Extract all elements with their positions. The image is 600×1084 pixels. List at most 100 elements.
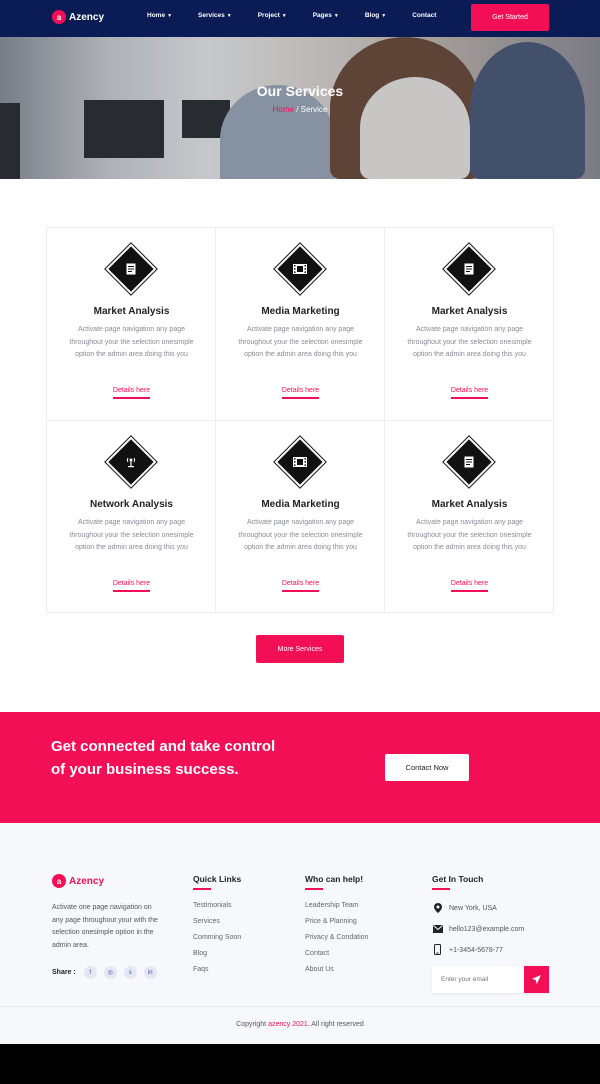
- service-description: Activate page navigation any page throug…: [238, 326, 363, 358]
- cta-heading: Get connected and take control of your b…: [51, 738, 276, 778]
- details-link[interactable]: Details here: [216, 580, 385, 592]
- linkedin-icon[interactable]: in: [143, 966, 157, 979]
- contact-now-button[interactable]: Contact Now: [385, 754, 469, 781]
- newsletter-form: [432, 966, 549, 993]
- logo-text: Azency: [69, 11, 105, 23]
- footer-link-contact[interactable]: Contact: [305, 950, 368, 966]
- heading-underline: [432, 888, 450, 890]
- details-link[interactable]: Details here: [385, 387, 554, 399]
- footer-link-pricing[interactable]: Price & Planning: [305, 918, 368, 934]
- service-icon-badge: [273, 242, 327, 296]
- service-icon-badge: [273, 435, 327, 489]
- mail-icon: [432, 924, 443, 935]
- phone-text: +1-3454-5678-77: [449, 947, 503, 954]
- nav-label: Pages: [312, 12, 332, 19]
- service-description: Activate page navigation any page throug…: [238, 519, 363, 551]
- page: a Azency Home ▼ Services ▼ Project ▼ Pages ▼…: [0, 0, 600, 1044]
- footer-link-comming-soon[interactable]: Comming Soon: [193, 934, 241, 950]
- nav-label: Blog: [364, 12, 380, 19]
- breadcrumb-home[interactable]: Home: [273, 105, 294, 114]
- share-row: Share : f ◎ s in: [52, 966, 164, 979]
- film-icon: [275, 437, 325, 487]
- footer-link-testimonials[interactable]: Testimonials: [193, 902, 241, 918]
- logo[interactable]: a Azency: [52, 10, 104, 24]
- page-title: Our Services: [256, 83, 344, 99]
- footer-link-privacy[interactable]: Privacy & Condation: [305, 934, 368, 950]
- nav-item-services[interactable]: Services ▼: [198, 12, 232, 19]
- details-link-label: Details here: [112, 387, 151, 399]
- nav-item-contact[interactable]: Contact: [412, 12, 436, 19]
- more-services-button[interactable]: More Services: [256, 635, 344, 663]
- footer-link-about[interactable]: About Us: [305, 966, 368, 982]
- details-link[interactable]: Details here: [385, 580, 554, 592]
- film-icon: [275, 244, 325, 294]
- chevron-down-icon: ▼: [281, 12, 287, 19]
- footer-divider: [0, 1006, 600, 1007]
- nav-item-home[interactable]: Home ▼: [147, 12, 172, 19]
- service-description: Activate page navigation any page throug…: [69, 519, 194, 551]
- details-link[interactable]: Details here: [216, 387, 385, 399]
- details-link-label: Details here: [450, 580, 489, 592]
- pinterest-icon[interactable]: ◎: [103, 966, 117, 979]
- services-grid: Market Analysis Activate page navigation…: [46, 227, 554, 614]
- main-menu: Home ▼ Services ▼ Project ▼ Pages ▼ Blog ▼ Co…: [147, 12, 462, 19]
- copyright: Copyright azency 2021. All right reserve…: [0, 1021, 600, 1028]
- service-card: Media Marketing Activate page navigation…: [216, 228, 385, 421]
- copyright-brand[interactable]: azency 2021.: [268, 1021, 310, 1028]
- document-icon: [444, 244, 494, 294]
- nav-item-project[interactable]: Project ▼: [258, 12, 287, 19]
- address-text: New York, USA: [449, 905, 497, 912]
- breadcrumb-separator: /: [296, 105, 299, 114]
- get-in-touch-title: Get In Touch: [432, 874, 484, 884]
- nav-label: Project: [257, 12, 280, 19]
- chevron-down-icon: ▼: [333, 12, 339, 19]
- email-text[interactable]: hello123@example.com: [449, 926, 524, 933]
- details-link-label: Details here: [112, 580, 151, 592]
- document-icon: [444, 437, 494, 487]
- details-link-label: Details here: [450, 387, 489, 399]
- heading-underline: [305, 888, 323, 890]
- send-icon[interactable]: [524, 966, 549, 993]
- service-title: Media Marketing: [261, 499, 340, 510]
- footer-link-leadership[interactable]: Leadership Team: [305, 902, 368, 918]
- service-description: Activate page navigation any page throug…: [69, 326, 194, 358]
- footer-link-services[interactable]: Services: [193, 918, 241, 934]
- service-card: Market Analysis Activate page navigation…: [47, 228, 216, 421]
- service-description: Activate page navigation any page throug…: [407, 326, 532, 358]
- footer-link-faqs[interactable]: Faqs: [193, 966, 241, 982]
- footer-about: Activate one page navigation on any page…: [52, 904, 158, 949]
- logo-mark: a: [52, 10, 66, 24]
- service-icon-badge: [104, 435, 158, 489]
- footer-link-blog[interactable]: Blog: [193, 950, 241, 966]
- chevron-down-icon: ▼: [381, 12, 387, 19]
- quick-links-title: Quick Links: [193, 874, 242, 884]
- service-card: Market Analysis Activate page navigation…: [385, 228, 554, 421]
- logo-text: Azency: [69, 875, 105, 887]
- nav-item-blog[interactable]: Blog ▼: [365, 12, 386, 19]
- service-title: Market Analysis: [431, 306, 508, 317]
- nav-label: Contact: [412, 12, 437, 19]
- skype-icon[interactable]: s: [123, 966, 137, 979]
- phone-icon: [432, 944, 443, 957]
- email-input[interactable]: [432, 966, 524, 993]
- service-icon-badge: [442, 435, 496, 489]
- service-card: Network Analysis Activate page navigatio…: [47, 421, 216, 614]
- facebook-icon[interactable]: f: [83, 966, 97, 979]
- footer-logo[interactable]: a Azency: [52, 874, 104, 888]
- service-card: Media Marketing Activate page navigation…: [216, 421, 385, 614]
- copyright-suffix: All right reserved: [311, 1021, 364, 1028]
- get-started-button[interactable]: Get Started: [471, 4, 549, 31]
- details-link-label: Details here: [281, 387, 320, 399]
- service-icon-badge: [442, 242, 496, 296]
- service-title: Market Analysis: [431, 499, 508, 510]
- service-card: Market Analysis Activate page navigation…: [385, 421, 554, 614]
- details-link[interactable]: Details here: [47, 580, 216, 592]
- service-title: Network Analysis: [90, 499, 173, 510]
- service-title: Media Marketing: [261, 306, 340, 317]
- footer: a Azency Activate one page navigation on…: [0, 823, 600, 1044]
- contact-phone: +1-3454-5678-77: [432, 940, 524, 961]
- details-link[interactable]: Details here: [47, 387, 216, 399]
- nav-item-pages[interactable]: Pages ▼: [313, 12, 339, 19]
- breadcrumb-current: Service: [300, 105, 328, 114]
- service-description: Activate page navigation any page throug…: [407, 519, 532, 551]
